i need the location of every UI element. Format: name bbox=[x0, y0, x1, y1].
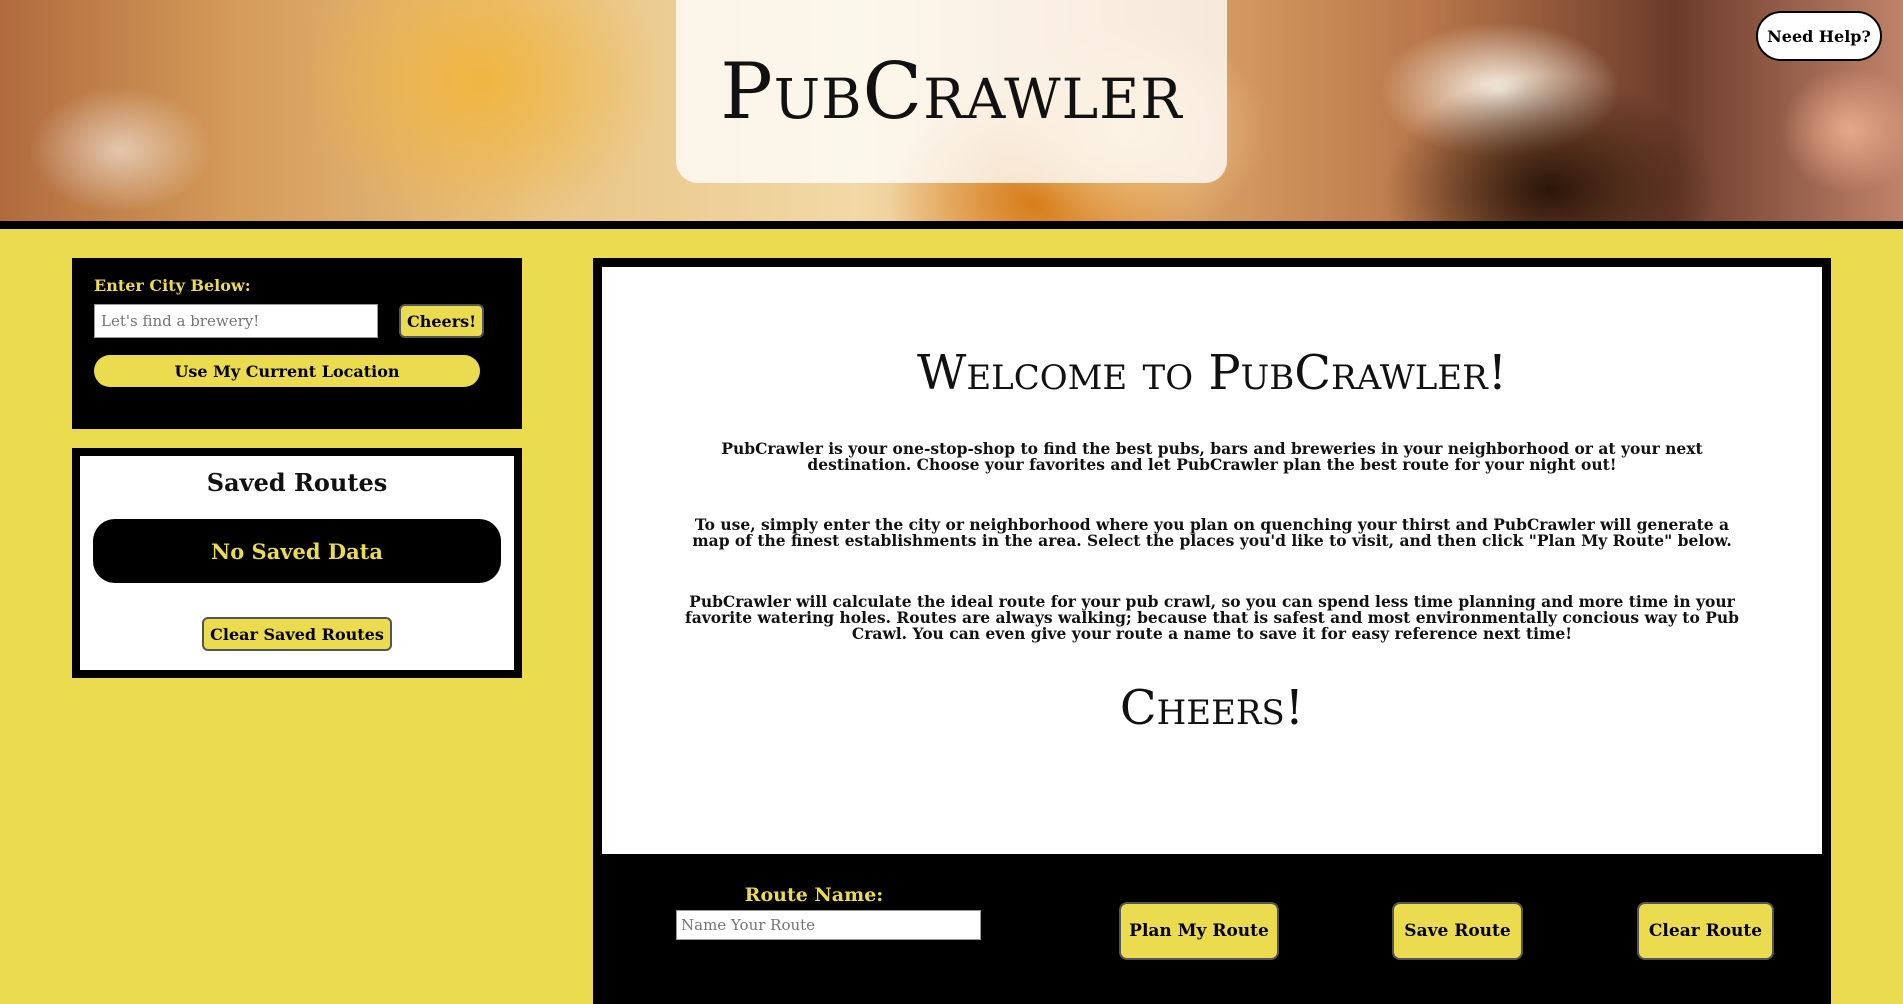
city-search-label: Enter City Below: bbox=[94, 276, 251, 295]
plan-my-route-button[interactable]: Plan My Route bbox=[1119, 902, 1279, 960]
instructions-paragraph: To use, simply enter the city or neighbo… bbox=[692, 515, 1732, 550]
site-title: PubCrawler bbox=[720, 46, 1183, 137]
route-name-label: Route Name: bbox=[744, 884, 884, 906]
intro-paragraph: PubCrawler is your one-stop-shop to find… bbox=[721, 439, 1703, 474]
main-content-frame: Welcome to PubCrawler! PubCrawler is you… bbox=[593, 258, 1831, 1004]
no-saved-data-message: No Saved Data bbox=[93, 519, 501, 583]
saved-routes-panel: Saved Routes No Saved Data Clear Saved R… bbox=[72, 448, 522, 678]
use-current-location-button[interactable]: Use My Current Location bbox=[94, 355, 480, 387]
cheers-heading: Cheers! bbox=[1119, 680, 1305, 736]
city-search-input[interactable] bbox=[94, 304, 378, 338]
clear-saved-routes-button[interactable]: Clear Saved Routes bbox=[202, 617, 392, 651]
need-help-button[interactable]: Need Help? bbox=[1756, 11, 1882, 61]
header-divider bbox=[0, 221, 1903, 229]
cheers-search-button[interactable]: Cheers! bbox=[399, 304, 485, 338]
city-search-panel: Enter City Below: Cheers! Use My Current… bbox=[72, 258, 522, 429]
welcome-content-box: Welcome to PubCrawler! PubCrawler is you… bbox=[602, 267, 1822, 854]
saved-routes-heading: Saved Routes bbox=[206, 468, 388, 497]
title-card: PubCrawler bbox=[676, 0, 1227, 183]
city-search-row: Cheers! bbox=[94, 304, 500, 338]
welcome-heading: Welcome to PubCrawler! bbox=[917, 345, 1507, 401]
route-info-paragraph: PubCrawler will calculate the ideal rout… bbox=[685, 592, 1739, 643]
route-name-input[interactable] bbox=[676, 910, 981, 940]
save-route-button[interactable]: Save Route bbox=[1392, 902, 1523, 960]
route-controls-bar: Route Name: Plan My Route Save Route Cle… bbox=[593, 854, 1831, 1004]
clear-route-button[interactable]: Clear Route bbox=[1637, 902, 1774, 960]
